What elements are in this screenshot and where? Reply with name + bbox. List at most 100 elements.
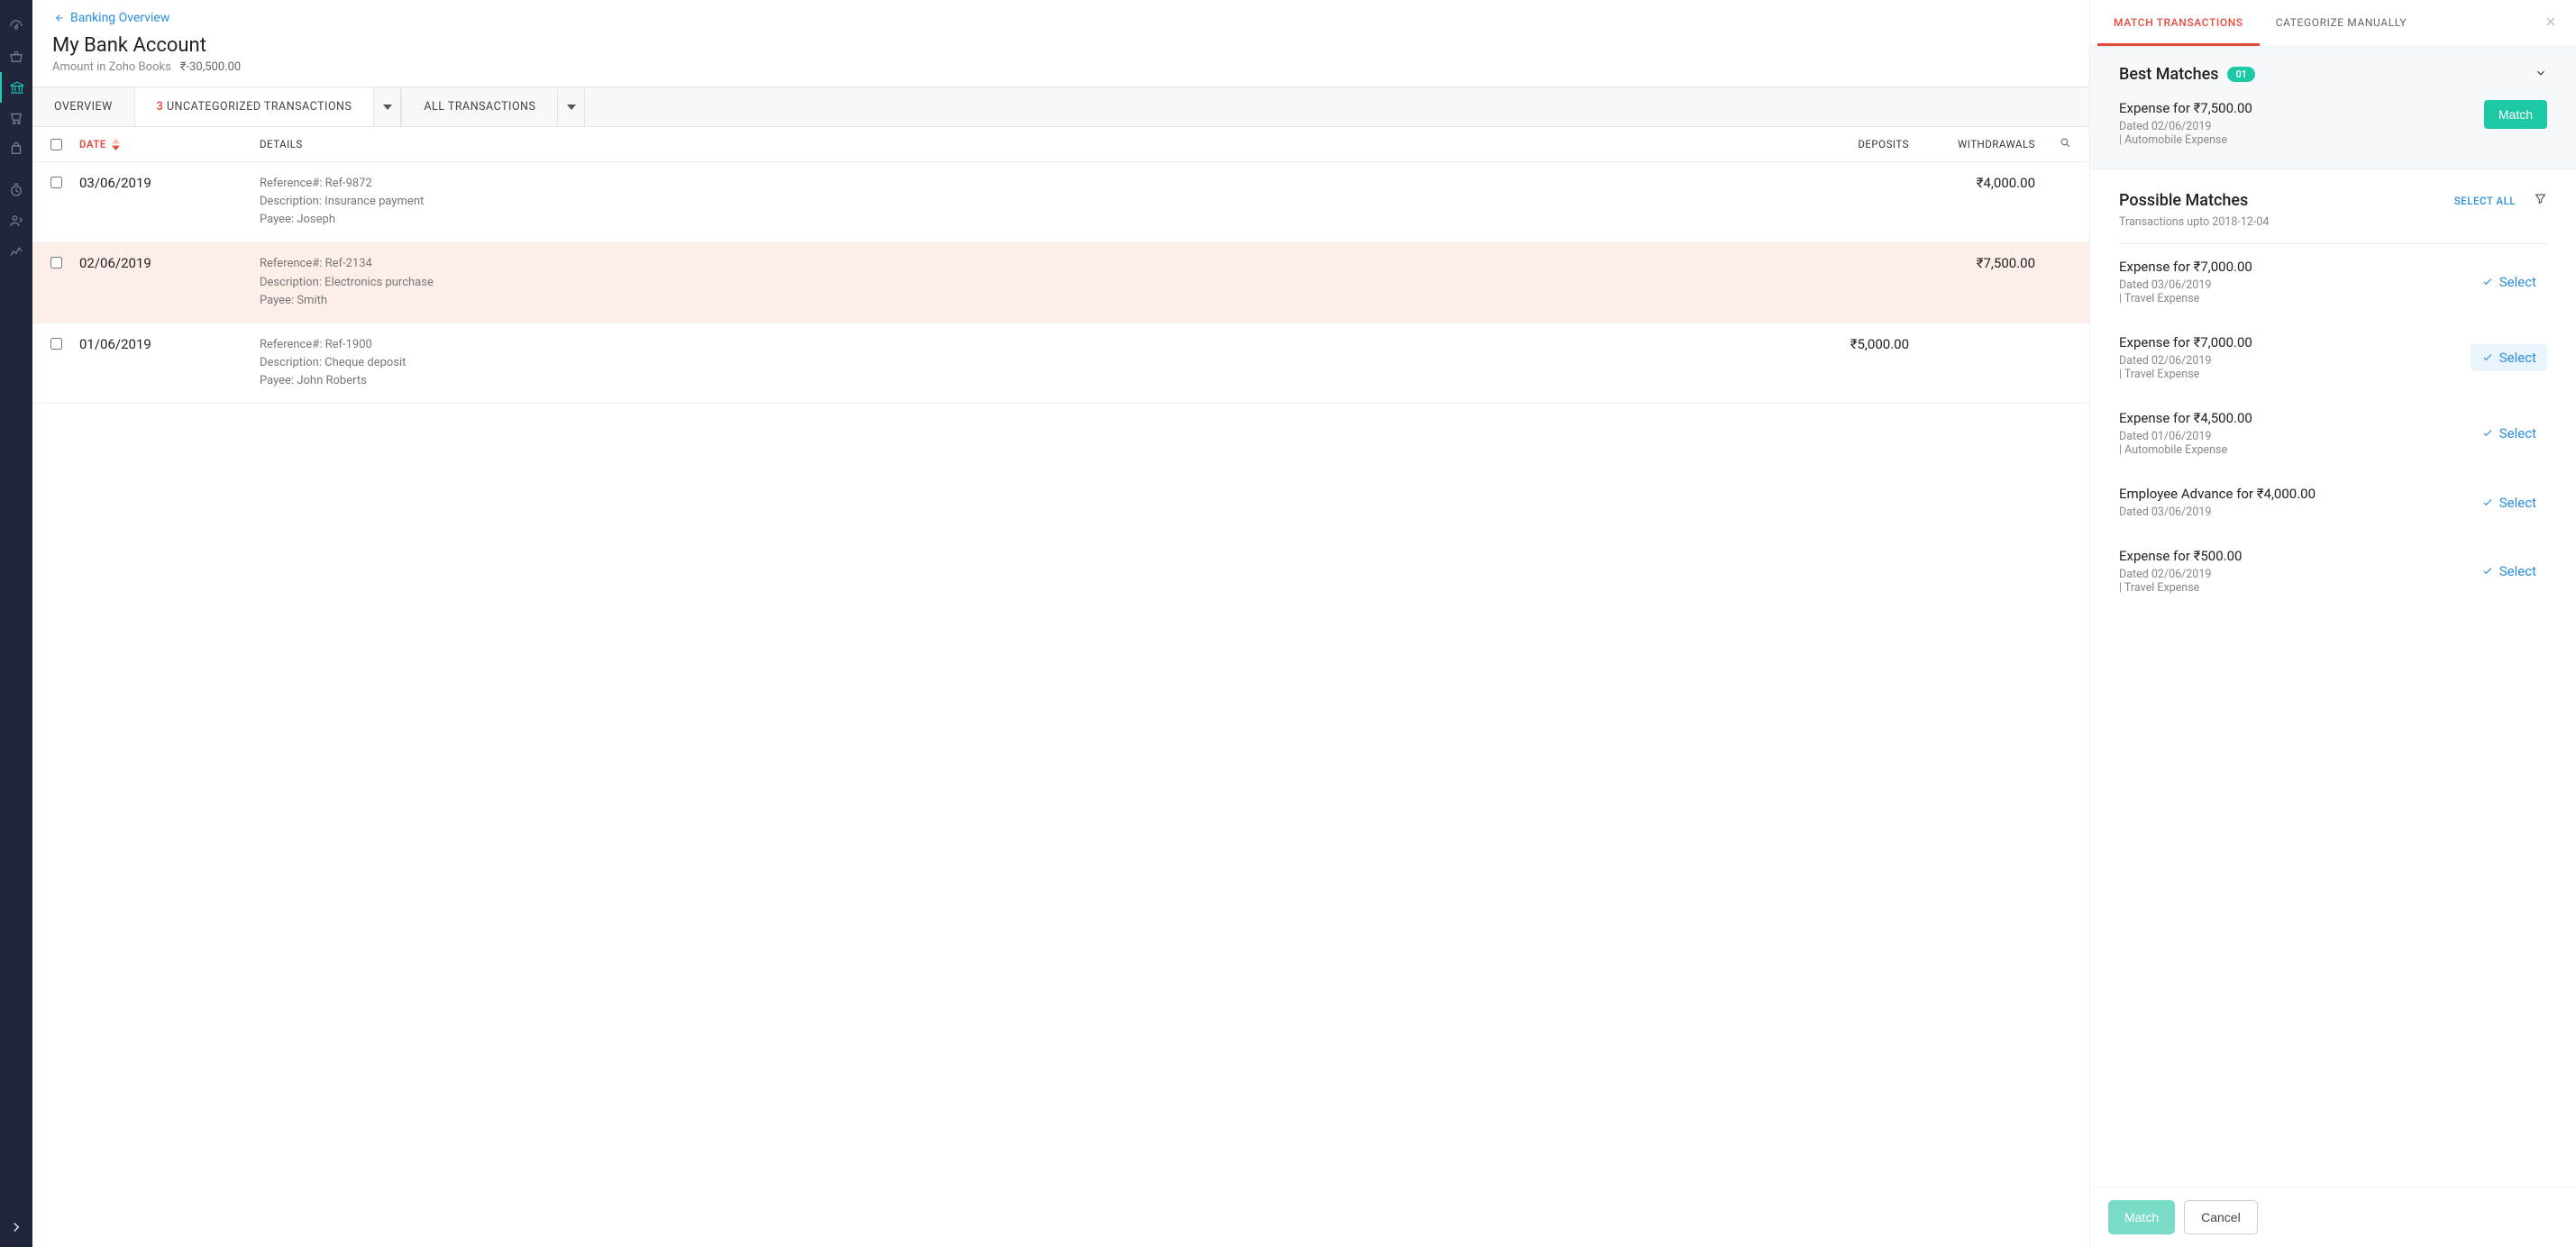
row-withdrawal: ₹4,000.00 xyxy=(1909,175,2035,229)
timer-icon[interactable] xyxy=(0,175,32,205)
row-checkbox[interactable] xyxy=(50,257,62,269)
row-date: 03/06/2019 xyxy=(79,175,260,229)
possible-match-item: Expense for ₹500.00 Dated 02/06/2019| Tra… xyxy=(2119,533,2547,609)
back-arrow-icon xyxy=(52,12,65,24)
best-match-category: | Automobile Expense xyxy=(2119,133,2252,147)
footer-match-button[interactable]: Match xyxy=(2108,1200,2175,1234)
center-pane: Banking Overview My Bank Account Amount … xyxy=(32,0,2089,1247)
best-match-item: Expense for ₹7,500.00 Dated 02/06/2019 |… xyxy=(2119,100,2547,163)
row-checkbox[interactable] xyxy=(50,338,62,350)
possible-matches-title: Possible Matches xyxy=(2119,191,2248,210)
pm-date: Dated 02/06/2019 xyxy=(2119,354,2252,368)
row-checkbox[interactable] xyxy=(50,177,62,188)
basket-icon[interactable] xyxy=(0,41,32,72)
select-button[interactable]: Select xyxy=(2471,269,2547,296)
footer-cancel-button[interactable]: Cancel xyxy=(2184,1200,2258,1234)
tab-all[interactable]: ALL TRANSACTIONS xyxy=(401,87,558,126)
select-all-checkbox[interactable] xyxy=(50,139,62,150)
possible-match-item: Expense for ₹7,000.00 Dated 03/06/2019| T… xyxy=(2119,244,2547,320)
pm-category: | Travel Expense xyxy=(2119,581,2242,595)
pm-title: Expense for ₹4,500.00 xyxy=(2119,410,2252,426)
panel-footer: Match Cancel xyxy=(2090,1187,2576,1247)
chart-icon[interactable] xyxy=(0,236,32,267)
row-deposit xyxy=(1729,255,1909,309)
page-subtitle: Amount in Zoho Books₹-30,500.00 xyxy=(52,60,2069,74)
match-panel: MATCH TRANSACTIONS CATEGORIZE MANUALLY B… xyxy=(2089,0,2576,1247)
row-details: Reference#: Ref-9872Description: Insuran… xyxy=(260,175,1729,229)
row-date: 02/06/2019 xyxy=(79,255,260,309)
row-deposit xyxy=(1729,175,1909,229)
panel-tabs: MATCH TRANSACTIONS CATEGORIZE MANUALLY xyxy=(2090,0,2576,47)
col-deposits[interactable]: DEPOSITS xyxy=(1729,138,1909,150)
col-withdrawals[interactable]: WITHDRAWALS xyxy=(1909,138,2035,150)
table-header: DATE DETAILS DEPOSITS WITHDRAWALS xyxy=(32,127,2089,162)
check-icon xyxy=(2481,351,2494,364)
pm-title: Expense for ₹7,000.00 xyxy=(2119,259,2252,275)
row-details: Reference#: Ref-1900Description: Cheque … xyxy=(260,336,1729,390)
select-button[interactable]: Select xyxy=(2471,420,2547,447)
row-deposit: ₹5,000.00 xyxy=(1729,336,1909,390)
pm-title: Employee Advance for ₹4,000.00 xyxy=(2119,486,2316,502)
chevron-down-icon[interactable] xyxy=(2535,67,2547,83)
tab-uncategorized-dropdown[interactable] xyxy=(374,87,401,126)
possible-matches-section: Possible Matches SELECT ALL Transactions… xyxy=(2090,169,2576,618)
select-button[interactable]: Select xyxy=(2471,489,2547,516)
close-icon[interactable] xyxy=(2544,14,2558,32)
tab-bar: OVERVIEW 3 UNCATEGORIZED TRANSACTIONS AL… xyxy=(32,86,2089,127)
possible-match-item: Expense for ₹4,500.00 Dated 01/06/2019| A… xyxy=(2119,396,2547,471)
books-amount: ₹-30,500.00 xyxy=(180,60,241,74)
pm-title: Expense for ₹7,000.00 xyxy=(2119,334,2252,350)
best-matches-title: Best Matches xyxy=(2119,65,2218,84)
table-row[interactable]: 02/06/2019Reference#: Ref-2134Descriptio… xyxy=(32,242,2089,323)
bag-icon[interactable] xyxy=(0,133,32,164)
best-matches-count: 01 xyxy=(2227,67,2255,82)
row-withdrawal: ₹7,500.00 xyxy=(1909,255,2035,309)
table-row[interactable]: 03/06/2019Reference#: Ref-9872Descriptio… xyxy=(32,162,2089,242)
pm-category: | Automobile Expense xyxy=(2119,443,2252,457)
person-icon[interactable] xyxy=(0,205,32,236)
filter-icon[interactable] xyxy=(2534,192,2547,209)
dashboard-icon[interactable] xyxy=(0,11,32,41)
table-row[interactable]: 01/06/2019Reference#: Ref-1900Descriptio… xyxy=(32,323,2089,404)
bank-icon[interactable] xyxy=(0,72,32,103)
check-icon xyxy=(2481,565,2494,578)
breadcrumb-label: Banking Overview xyxy=(70,11,169,25)
col-date[interactable]: DATE xyxy=(79,138,260,150)
pm-title: Expense for ₹500.00 xyxy=(2119,548,2242,564)
pm-date: Dated 02/06/2019 xyxy=(2119,568,2242,581)
col-details[interactable]: DETAILS xyxy=(260,138,1729,150)
breadcrumb[interactable]: Banking Overview xyxy=(52,11,2069,25)
check-icon xyxy=(2481,496,2494,509)
select-button[interactable]: Select xyxy=(2471,344,2547,371)
cart-icon[interactable] xyxy=(0,103,32,133)
possible-matches-subtitle: Transactions upto 2018-12-04 xyxy=(2119,215,2547,244)
select-all-link[interactable]: SELECT ALL xyxy=(2454,195,2516,207)
pm-category: | Travel Expense xyxy=(2119,292,2252,305)
tab-overview[interactable]: OVERVIEW xyxy=(32,87,135,126)
best-matches-section: Best Matches 01 Expense for ₹7,500.00 Da… xyxy=(2090,47,2576,169)
expand-rail-icon[interactable] xyxy=(0,1215,32,1240)
pm-category: | Travel Expense xyxy=(2119,368,2252,381)
row-details: Reference#: Ref-2134Description: Electro… xyxy=(260,255,1729,309)
tab-categorize-manually[interactable]: CATEGORIZE MANUALLY xyxy=(2260,0,2424,46)
best-match-title: Expense for ₹7,500.00 xyxy=(2119,100,2252,116)
row-date: 01/06/2019 xyxy=(79,336,260,390)
tab-all-dropdown[interactable] xyxy=(558,87,585,126)
possible-match-item: Employee Advance for ₹4,000.00 Dated 03/0… xyxy=(2119,471,2547,533)
sort-desc-icon xyxy=(110,139,122,150)
tab-match-transactions[interactable]: MATCH TRANSACTIONS xyxy=(2097,0,2260,46)
check-icon xyxy=(2481,427,2494,440)
transactions-table: DATE DETAILS DEPOSITS WITHDRAWALS 03/06/… xyxy=(32,127,2089,1247)
pm-date: Dated 01/06/2019 xyxy=(2119,430,2252,443)
check-icon xyxy=(2481,276,2494,288)
search-icon[interactable] xyxy=(2035,137,2071,151)
pm-date: Dated 03/06/2019 xyxy=(2119,278,2252,292)
row-withdrawal xyxy=(1909,336,2035,390)
pm-date: Dated 03/06/2019 xyxy=(2119,505,2316,519)
tab-uncategorized[interactable]: 3 UNCATEGORIZED TRANSACTIONS xyxy=(135,87,375,126)
match-button[interactable]: Match xyxy=(2484,100,2547,129)
select-button[interactable]: Select xyxy=(2471,558,2547,585)
best-match-date: Dated 02/06/2019 xyxy=(2119,120,2252,133)
left-nav-rail xyxy=(0,0,32,1247)
page-title: My Bank Account xyxy=(52,34,2069,57)
